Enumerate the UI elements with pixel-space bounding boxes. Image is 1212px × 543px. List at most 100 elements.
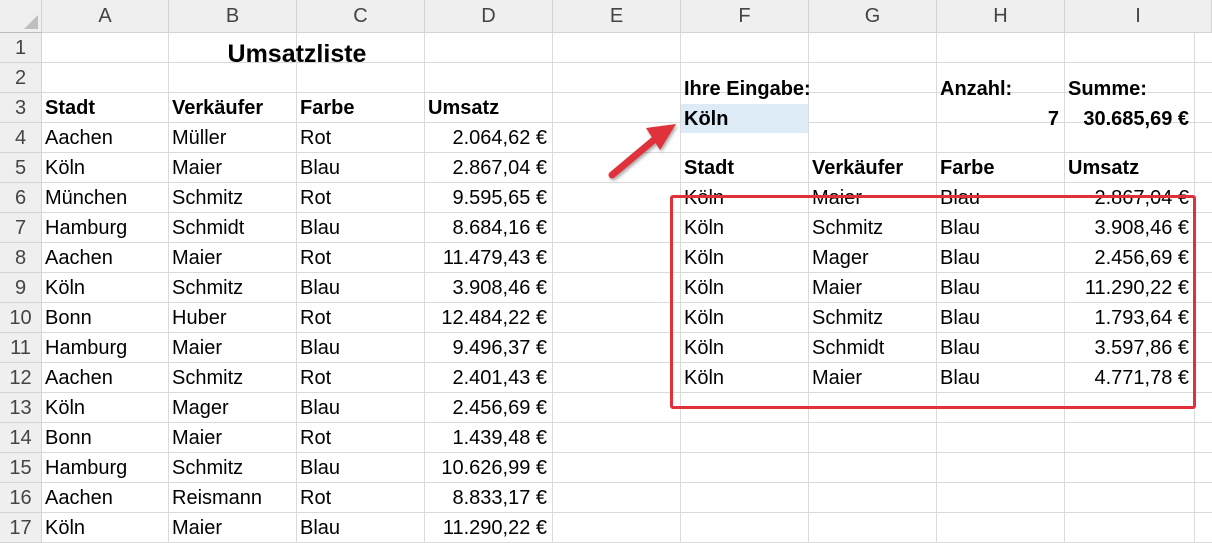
column-header-c[interactable]: C (297, 0, 425, 33)
table-cell[interactable]: Blau (297, 393, 343, 423)
table-cell[interactable]: Rot (297, 363, 334, 393)
row-header-14[interactable]: 14 (0, 423, 42, 453)
table-cell[interactable]: 2.867,04 € (425, 153, 553, 183)
row-header-7[interactable]: 7 (0, 213, 42, 243)
table-cell[interactable]: Aachen (42, 243, 116, 273)
result-highlight-box (670, 195, 1196, 409)
result-header-stadt[interactable]: Stadt (681, 153, 737, 183)
result-header-verkäufer[interactable]: Verkäufer (809, 153, 906, 183)
table-cell[interactable]: Blau (297, 333, 343, 363)
table-cell[interactable]: Maier (169, 513, 225, 543)
row-header-9[interactable]: 9 (0, 273, 42, 303)
table-cell[interactable]: Schmidt (169, 213, 247, 243)
sheet-title[interactable]: Umsatzliste (169, 38, 425, 70)
table-cell[interactable]: Rot (297, 483, 334, 513)
column-header-e[interactable]: E (553, 0, 681, 33)
table-cell[interactable]: 3.908,46 € (425, 273, 553, 303)
column-header-b[interactable]: B (169, 0, 297, 33)
count-value[interactable]: 7 (937, 104, 1065, 134)
select-all-corner[interactable] (0, 0, 42, 33)
table-cell[interactable]: Schmitz (169, 273, 246, 303)
table-cell[interactable]: Rot (297, 303, 334, 333)
table-cell[interactable]: Mager (169, 393, 232, 423)
table-cell[interactable]: Reismann (169, 483, 265, 513)
table-cell[interactable]: Huber (169, 303, 229, 333)
table-cell[interactable]: 9.496,37 € (425, 333, 553, 363)
table-cell[interactable]: Aachen (42, 363, 116, 393)
table-cell[interactable]: Schmitz (169, 183, 246, 213)
table-cell[interactable]: 11.479,43 € (425, 243, 553, 273)
table-cell[interactable]: Rot (297, 423, 334, 453)
table-cell[interactable]: Blau (297, 453, 343, 483)
arrow-icon (608, 124, 676, 179)
input-label[interactable]: Ihre Eingabe: (681, 74, 814, 104)
sum-value[interactable]: 30.685,69 € (1065, 104, 1195, 134)
table-cell[interactable]: 10.626,99 € (425, 453, 553, 483)
column-header-i[interactable]: I (1065, 0, 1212, 33)
table-cell[interactable]: 2.456,69 € (425, 393, 553, 423)
table-cell[interactable]: Aachen (42, 123, 116, 153)
table-cell[interactable]: Köln (42, 513, 88, 543)
row-header-12[interactable]: 12 (0, 363, 42, 393)
table-header-verkäufer[interactable]: Verkäufer (169, 93, 266, 123)
column-header-h[interactable]: H (937, 0, 1065, 33)
table-cell[interactable]: Schmitz (169, 363, 246, 393)
table-cell[interactable]: 1.439,48 € (425, 423, 553, 453)
table-cell[interactable]: Bonn (42, 423, 95, 453)
row-header-15[interactable]: 15 (0, 453, 42, 483)
table-header-stadt[interactable]: Stadt (42, 93, 98, 123)
table-cell[interactable]: Hamburg (42, 453, 130, 483)
row-header-4[interactable]: 4 (0, 123, 42, 153)
count-label[interactable]: Anzahl: (937, 74, 1015, 104)
column-header-d[interactable]: D (425, 0, 553, 33)
table-cell[interactable]: 8.684,16 € (425, 213, 553, 243)
table-cell[interactable]: Rot (297, 123, 334, 153)
table-cell[interactable]: Hamburg (42, 213, 130, 243)
row-header-6[interactable]: 6 (0, 183, 42, 213)
table-cell[interactable]: 8.833,17 € (425, 483, 553, 513)
table-cell[interactable]: München (42, 183, 130, 213)
row-header-3[interactable]: 3 (0, 93, 42, 123)
table-cell[interactable]: Rot (297, 183, 334, 213)
row-header-16[interactable]: 16 (0, 483, 42, 513)
row-header-2[interactable]: 2 (0, 63, 42, 93)
table-cell[interactable]: Maier (169, 243, 225, 273)
table-cell[interactable]: Aachen (42, 483, 116, 513)
table-cell[interactable]: Blau (297, 153, 343, 183)
table-cell[interactable]: Blau (297, 513, 343, 543)
table-cell[interactable]: Köln (42, 273, 88, 303)
column-header-g[interactable]: G (809, 0, 937, 33)
table-cell[interactable]: Köln (42, 393, 88, 423)
table-header-umsatz[interactable]: Umsatz (425, 93, 553, 123)
row-header-11[interactable]: 11 (0, 333, 42, 363)
table-cell[interactable]: Blau (297, 273, 343, 303)
row-header-5[interactable]: 5 (0, 153, 42, 183)
row-header-8[interactable]: 8 (0, 243, 42, 273)
result-header-farbe[interactable]: Farbe (937, 153, 997, 183)
table-cell[interactable]: 2.064,62 € (425, 123, 553, 153)
sum-label[interactable]: Summe: (1065, 74, 1150, 104)
table-cell[interactable]: Maier (169, 153, 225, 183)
row-header-10[interactable]: 10 (0, 303, 42, 333)
table-cell[interactable]: Hamburg (42, 333, 130, 363)
table-cell[interactable]: Köln (42, 153, 88, 183)
column-header-f[interactable]: F (681, 0, 809, 33)
table-cell[interactable]: Blau (297, 213, 343, 243)
table-cell[interactable]: 2.401,43 € (425, 363, 553, 393)
table-cell[interactable]: 9.595,65 € (425, 183, 553, 213)
table-cell[interactable]: Schmitz (169, 453, 246, 483)
table-cell[interactable]: Maier (169, 423, 225, 453)
row-header-1[interactable]: 1 (0, 33, 42, 63)
table-cell[interactable]: 12.484,22 € (425, 303, 553, 333)
table-cell[interactable]: 11.290,22 € (425, 513, 553, 543)
row-header-17[interactable]: 17 (0, 513, 42, 543)
column-header-a[interactable]: A (42, 0, 169, 33)
table-cell[interactable]: Bonn (42, 303, 95, 333)
row-header-13[interactable]: 13 (0, 393, 42, 423)
table-header-farbe[interactable]: Farbe (297, 93, 357, 123)
table-cell[interactable]: Rot (297, 243, 334, 273)
result-header-umsatz[interactable]: Umsatz (1065, 153, 1195, 183)
input-cell[interactable]: Köln (681, 104, 731, 134)
table-cell[interactable]: Müller (169, 123, 229, 153)
table-cell[interactable]: Maier (169, 333, 225, 363)
